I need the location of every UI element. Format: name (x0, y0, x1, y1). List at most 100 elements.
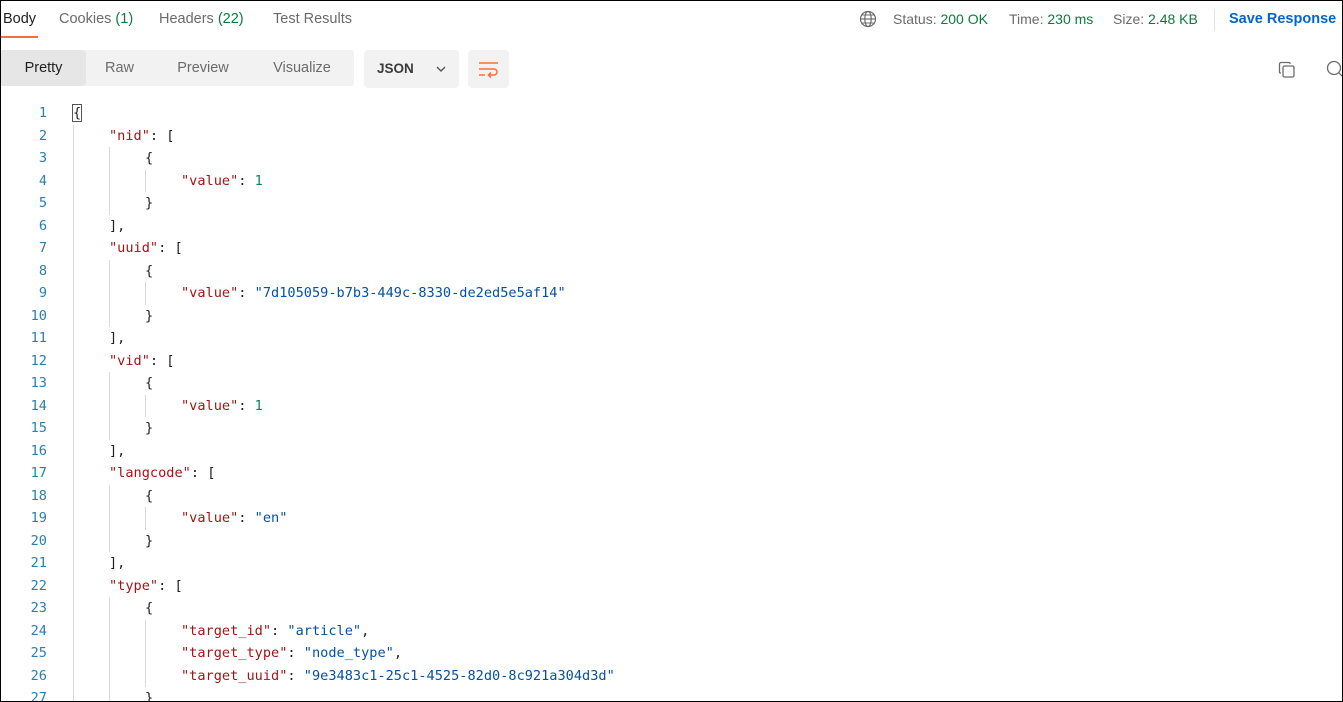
code-line: 10} (1, 305, 1342, 328)
tab-cookies-count: (1) (115, 11, 134, 27)
code-text: "value": 1 (181, 395, 263, 418)
json-punctuation: { (145, 600, 154, 616)
code-text: "uuid": [ (109, 237, 183, 260)
status-value: 200 OK (940, 11, 988, 27)
code-line: 1{ (1, 102, 1342, 125)
globe-icon[interactable] (859, 10, 877, 28)
code-text: "value": "en" (181, 507, 287, 530)
view-mode-visualize[interactable]: Visualize (257, 50, 347, 86)
json-key: "value" (181, 510, 239, 526)
view-mode-pretty[interactable]: Pretty (1, 50, 86, 86)
code-line: 9 "value": "7d105059-b7b3-449c-8330-de2ed… (1, 282, 1342, 305)
json-punctuation: ], (109, 217, 126, 234)
code-line: 16], (1, 440, 1342, 463)
size-readout[interactable]: Size: 2.48 KB (1113, 11, 1198, 27)
tab-test-results[interactable]: Test Results (273, 11, 352, 27)
json-punctuation: : (238, 172, 255, 189)
json-punctuation: : (287, 667, 304, 684)
json-key: "nid" (109, 127, 150, 144)
indent-guide (145, 619, 146, 687)
copy-icon[interactable] (1278, 61, 1296, 79)
json-key: "value" (181, 172, 239, 189)
code-text: { (145, 260, 153, 283)
indent-guide (145, 169, 146, 192)
code-text: ], (109, 440, 125, 463)
code-text: } (145, 687, 154, 702)
line-number: 13 (30, 375, 47, 391)
tab-headers-count: (22) (217, 11, 244, 27)
response-tabs: Body Cookies (1) Headers (22) Test Resul… (1, 1, 1342, 39)
line-number: 3 (38, 150, 47, 166)
code-text: "value": 1 (181, 170, 263, 193)
json-number: 1 (254, 172, 263, 189)
code-line: 13 { (1, 372, 1342, 395)
indent-guide (109, 597, 110, 701)
json-key: "target_type" (181, 645, 288, 661)
code-line: 14 "value": 1 (1, 395, 1342, 418)
json-punctuation: ], (109, 330, 126, 346)
indent-guide (73, 124, 74, 701)
view-mode-raw[interactable]: Raw (86, 50, 153, 86)
format-select[interactable]: JSON (364, 50, 459, 88)
line-number: 12 (30, 352, 47, 369)
code-line: 4 "value": 1 (1, 170, 1342, 193)
line-number: 10 (30, 307, 47, 324)
json-string: "node_type" (303, 645, 394, 661)
code-text: "target_type": "node_type", (181, 642, 402, 665)
json-punctuation: : (238, 285, 255, 301)
code-line: 6], (1, 215, 1342, 238)
line-number: 20 (30, 532, 47, 549)
tab-headers[interactable]: Headers (22) (159, 11, 244, 27)
save-response-button[interactable]: Save Response (1229, 11, 1336, 27)
line-number: 7 (38, 240, 47, 256)
status-readout[interactable]: Status: 200 OK (893, 11, 988, 27)
tab-cookies[interactable]: Cookies (1) (59, 11, 133, 27)
search-icon[interactable] (1326, 60, 1343, 78)
code-line: 27} (1, 687, 1342, 702)
json-punctuation: : (238, 510, 255, 526)
code-text: "langcode": [ (109, 462, 215, 485)
tab-body[interactable]: Body (3, 11, 36, 27)
indent-guide (145, 507, 146, 530)
indent-guide (109, 372, 110, 440)
time-value: 230 ms (1047, 11, 1094, 27)
code-text: ], (109, 327, 125, 350)
json-punctuation: } (145, 532, 154, 549)
line-number: 22 (30, 577, 47, 594)
line-number: 17 (30, 465, 47, 481)
json-punctuation: , (393, 645, 402, 661)
response-body-code[interactable]: 1{2 "nid": [3{4 "value": 1 5} 6], 7 "uuid": [8… (1, 102, 1342, 702)
line-number: 27 (30, 690, 47, 702)
size-value: 2.48 KB (1148, 11, 1198, 27)
code-line: 26 "target_uuid": "9e3483c1-25c1-4525-82d… (1, 665, 1342, 688)
code-line: 24 "target_id": "article", (1, 620, 1342, 643)
code-line: 12 "vid": [ (1, 350, 1342, 373)
code-text: "nid": [ (109, 125, 174, 148)
word-wrap-icon (479, 62, 498, 78)
word-wrap-button[interactable] (468, 50, 509, 88)
code-line: 7 "uuid": [ (1, 237, 1342, 260)
json-string: "en" (254, 510, 288, 526)
line-number: 1 (38, 105, 47, 121)
time-readout[interactable]: Time: 230 ms (1009, 11, 1093, 27)
indent-guide (109, 484, 110, 552)
chevron-down-icon (436, 66, 446, 72)
json-punctuation: } (145, 690, 154, 702)
line-number: 24 (30, 622, 47, 639)
active-tab-indicator (1, 36, 38, 38)
code-text: } (145, 192, 153, 215)
json-punctuation: : [ (190, 465, 216, 481)
line-number: 23 (30, 600, 47, 616)
meta-divider (1214, 9, 1215, 31)
code-line: 20} (1, 530, 1342, 553)
code-line: 21], (1, 552, 1342, 575)
view-mode-preview[interactable]: Preview (161, 50, 245, 86)
json-punctuation: : [ (149, 352, 175, 369)
json-punctuation: : (287, 645, 304, 661)
line-number: 19 (30, 510, 47, 526)
json-key: "vid" (109, 352, 150, 369)
code-text: ], (109, 552, 125, 575)
line-number: 26 (30, 667, 47, 684)
code-line: 15} (1, 417, 1342, 440)
code-line: 2 "nid": [ (1, 125, 1342, 148)
